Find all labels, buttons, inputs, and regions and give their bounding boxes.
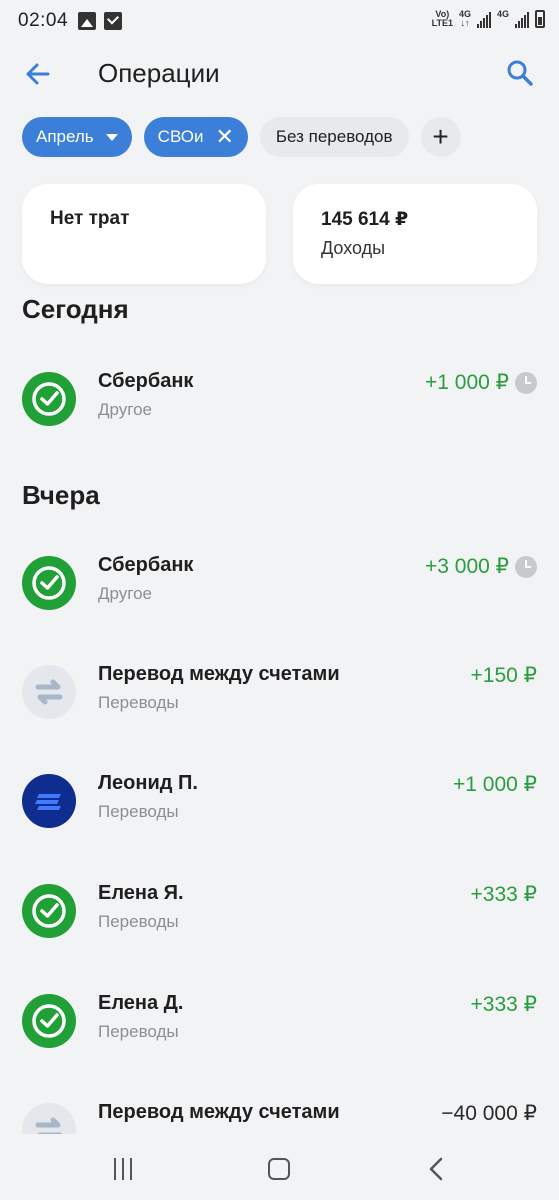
- transaction-name: Елена Я.: [98, 882, 184, 904]
- transaction-amount: +1 000 ₽: [424, 371, 509, 394]
- month-filter-label: Апрель: [36, 127, 94, 146]
- transfer-arrows-icon: [22, 665, 76, 719]
- caret-down-icon: [105, 133, 118, 141]
- transaction-name: Сбербанк: [98, 370, 194, 392]
- no-transfers-filter-chip[interactable]: Без переводов: [259, 117, 409, 157]
- month-filter-chip[interactable]: Апрель: [22, 117, 132, 157]
- transaction-name: Перевод между счетами: [98, 663, 340, 685]
- close-icon[interactable]: ✕: [215, 126, 233, 148]
- category-filter-label: СВОи: [157, 127, 204, 146]
- transaction-row[interactable]: Елена Д. Переводы +333 ₽: [0, 992, 559, 1084]
- search-button[interactable]: [505, 58, 535, 88]
- section-today: Сегодня: [22, 294, 129, 324]
- header: Операции: [0, 48, 559, 100]
- recents-button[interactable]: [112, 1158, 134, 1180]
- volte-indicator: Vo) LTE1: [431, 9, 453, 28]
- signal-bars-icon-2: [515, 12, 529, 28]
- no-transfers-label: Без переводов: [275, 127, 393, 146]
- transaction-amount: +1 000 ₽: [452, 773, 537, 796]
- clock-pending-icon: [515, 372, 537, 394]
- transaction-name: Сбербанк: [98, 554, 194, 576]
- income-amount: 145 614 ₽: [321, 209, 409, 230]
- sber-logo-icon: [22, 994, 76, 1048]
- sber-logo-icon: [22, 884, 76, 938]
- network-4g-indicator-2: 4G: [496, 9, 509, 19]
- category-filter-chip[interactable]: СВОи ✕: [143, 117, 248, 157]
- transaction-category: Другое: [98, 584, 153, 603]
- network-4g-indicator: 4G ↓↑: [458, 9, 471, 28]
- expenses-amount: Нет трат: [50, 208, 130, 229]
- transaction-category: Переводы: [98, 1022, 179, 1041]
- clock-pending-icon: [515, 556, 537, 578]
- income-label: Доходы: [321, 238, 386, 258]
- page-title: Операции: [98, 58, 220, 88]
- search-icon: [507, 60, 533, 86]
- battery-icon: [535, 10, 545, 28]
- transaction-category: Другое: [98, 400, 153, 419]
- back-button[interactable]: [22, 58, 54, 90]
- status-indicators: Vo) LTE1 4G ↓↑ 4G: [432, 10, 545, 28]
- transaction-amount: −40 000 ₽: [441, 1103, 537, 1125]
- transaction-row[interactable]: Леонид П. Переводы +1 000 ₽: [0, 772, 559, 864]
- transfer-arrows-icon: [22, 1103, 76, 1134]
- sber-logo-icon: [22, 556, 76, 610]
- plus-icon: +: [432, 121, 449, 152]
- system-back-button[interactable]: [424, 1156, 450, 1182]
- transaction-amount: +3 000 ₽: [424, 555, 509, 578]
- home-button[interactable]: [268, 1158, 290, 1180]
- chevron-left-icon: [429, 1157, 443, 1181]
- transaction-name: Перевод между счетами: [98, 1103, 340, 1123]
- sber-logo-icon: [22, 372, 76, 426]
- transaction-row[interactable]: Сбербанк Другое +3 000 ₽: [0, 554, 559, 646]
- gallery-notification-icon: [78, 12, 97, 30]
- transaction-row[interactable]: Елена Я. Переводы +333 ₽: [0, 882, 559, 974]
- add-filter-button[interactable]: +: [420, 117, 461, 157]
- income-card[interactable]: 145 614 ₽ Доходы: [293, 184, 537, 284]
- transaction-category: Переводы: [98, 693, 179, 712]
- checkbox-notification-icon: [104, 12, 123, 30]
- transaction-amount: +150 ₽: [470, 664, 538, 687]
- transaction-amount: +333 ₽: [470, 993, 538, 1016]
- transaction-row[interactable]: Перевод между счетами Переводы +150 ₽: [0, 663, 559, 755]
- transaction-name: Елена Д.: [98, 992, 184, 1014]
- section-yesterday: Вчера: [22, 480, 100, 510]
- transaction-category: Переводы: [98, 912, 179, 931]
- transaction-row[interactable]: Сбербанк Другое +1 000 ₽: [0, 370, 559, 462]
- filter-chips: Апрель СВОи ✕ Без переводов +: [22, 117, 461, 157]
- status-bar: 02:04 Vo) LTE1 4G ↓↑ 4G: [0, 0, 559, 42]
- status-time: 02:04: [18, 10, 69, 31]
- transaction-category: Переводы: [98, 802, 179, 821]
- signal-bars-icon: [476, 12, 491, 28]
- transaction-row[interactable]: Перевод между счетами −40 000 ₽: [0, 1103, 559, 1134]
- arrow-left-icon: [26, 63, 50, 85]
- system-nav-bar: [0, 1134, 559, 1200]
- transaction-amount: +333 ₽: [470, 883, 538, 906]
- transaction-name: Леонид П.: [98, 772, 198, 794]
- bank-stripes-icon: [22, 774, 76, 828]
- expenses-card[interactable]: Нет трат: [22, 184, 266, 284]
